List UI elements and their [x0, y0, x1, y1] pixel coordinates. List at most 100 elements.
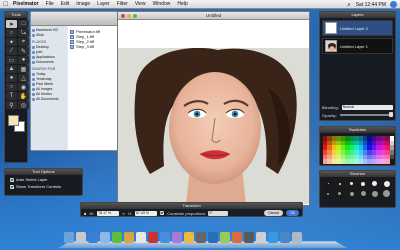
- volume-icon[interactable]: ♬: [347, 2, 352, 8]
- menu-app-name[interactable]: Pixelmator: [13, 0, 39, 9]
- brush-preset[interactable]: [346, 189, 357, 198]
- layer-row[interactable]: Untitled Layer 1: [322, 38, 393, 54]
- brush-preset[interactable]: [334, 189, 346, 198]
- sidebar-item-idisk[interactable]: iDisk: [32, 33, 66, 38]
- transform-options-icon[interactable]: ■: [84, 211, 86, 216]
- brush-preset[interactable]: [323, 189, 334, 198]
- sidebar-item-documents[interactable]: Documents: [32, 60, 66, 65]
- brush-icon[interactable]: ✎: [18, 47, 29, 55]
- brush-preset[interactable]: [381, 179, 392, 188]
- magic-wand-icon[interactable]: ✦: [6, 38, 17, 46]
- brush-preset[interactable]: [346, 179, 357, 188]
- menu-help[interactable]: Help: [177, 0, 187, 9]
- slider-knob[interactable]: [389, 112, 393, 117]
- brush-preset[interactable]: [358, 189, 369, 198]
- mail-icon[interactable]: [100, 232, 110, 243]
- menu-clock[interactable]: Sat 12:44 PM: [356, 2, 386, 8]
- color-swatch-cell[interactable]: [389, 159, 394, 164]
- address-book-icon[interactable]: [124, 232, 134, 243]
- imovie-icon[interactable]: [172, 232, 182, 243]
- itunes-icon[interactable]: [148, 232, 158, 243]
- tiff-file-icon: [70, 44, 74, 49]
- layer-name: Untitled Layer 1: [340, 43, 369, 49]
- brush-preset[interactable]: [334, 179, 346, 188]
- spotlight-icon[interactable]: [390, 1, 397, 8]
- trash-icon[interactable]: [292, 232, 302, 243]
- checkbox-checked-icon[interactable]: [10, 184, 14, 189]
- downloads-folder-icon[interactable]: [268, 232, 278, 243]
- zoom-tool-icon[interactable]: ⚲: [6, 101, 17, 109]
- ical-icon[interactable]: [136, 232, 146, 243]
- menu-window[interactable]: Window: [153, 0, 171, 9]
- opacity-slider[interactable]: [339, 112, 393, 117]
- cancel-button[interactable]: Cancel: [264, 210, 283, 216]
- bucket-icon[interactable]: ▲: [6, 65, 17, 73]
- finder-icon[interactable]: [64, 232, 74, 243]
- blur-icon[interactable]: ●: [6, 74, 17, 82]
- blending-select[interactable]: Normal: [341, 104, 393, 110]
- close-button[interactable]: [121, 14, 125, 18]
- sharpen-icon[interactable]: △: [18, 74, 29, 82]
- minimize-button[interactable]: [127, 14, 131, 18]
- dashboard-icon[interactable]: [76, 232, 86, 243]
- tool-grid: ➤ □ ○ ⤿ ✦ ⌖ ⁄ ✎ ▭ ● ▲ ▦ ● △ ○ ◉ T ✋ ⚲ ◎: [5, 18, 29, 111]
- checkbox-checked-icon[interactable]: [10, 177, 14, 182]
- burn-icon[interactable]: ◉: [18, 83, 29, 91]
- menu-filter[interactable]: Filter: [117, 0, 128, 9]
- safari-icon[interactable]: [88, 232, 98, 243]
- app-icon[interactable]: [244, 232, 254, 243]
- menu-view[interactable]: View: [135, 0, 146, 9]
- menu-edit[interactable]: Edit: [61, 0, 70, 9]
- link-icon[interactable]: ∞: [122, 211, 125, 216]
- menu-file[interactable]: File: [46, 0, 54, 9]
- window-controls: [121, 14, 137, 18]
- menu-layer[interactable]: Layer: [97, 0, 110, 9]
- eraser-icon[interactable]: ▭: [6, 56, 17, 64]
- height-input[interactable]: 87.43 %: [135, 210, 158, 216]
- auto-select-layer-option[interactable]: Auto Select Layer: [5, 175, 82, 182]
- brush-preset[interactable]: [369, 179, 381, 188]
- lasso-icon[interactable]: ⤿: [18, 29, 29, 37]
- brush-preset[interactable]: [323, 179, 334, 188]
- pixelmator-icon[interactable]: [208, 232, 218, 243]
- menu-image[interactable]: Image: [76, 0, 90, 9]
- documents-folder-icon[interactable]: [280, 232, 290, 243]
- ok-button[interactable]: OK: [285, 210, 299, 216]
- apple-menu-icon[interactable]: : [3, 0, 10, 9]
- red-eye-icon[interactable]: ◎: [18, 101, 29, 109]
- crop-icon[interactable]: ⌖: [18, 38, 29, 46]
- ellipse-select-icon[interactable]: ○: [6, 29, 17, 37]
- sidebar-item-all-documents[interactable]: All Documents: [32, 97, 66, 102]
- app-icon[interactable]: [220, 232, 230, 243]
- foreground-color-swatch[interactable]: [8, 115, 19, 126]
- layer-thumbnail: [325, 40, 337, 52]
- width-input[interactable]: 78.17 %: [97, 210, 120, 216]
- dodge-icon[interactable]: ○: [6, 83, 17, 91]
- iphoto-icon[interactable]: [160, 232, 170, 243]
- move-tool-icon[interactable]: ➤: [6, 20, 17, 28]
- constrain-checkbox[interactable]: [160, 211, 165, 215]
- image-canvas[interactable]: [118, 48, 309, 204]
- brush-preset[interactable]: [358, 179, 369, 188]
- tiff-file-icon: [70, 29, 74, 34]
- zoom-button[interactable]: [133, 14, 137, 18]
- app-icon[interactable]: [232, 232, 242, 243]
- layer-row[interactable]: Untitled Layer 2: [322, 20, 393, 36]
- gradient-icon[interactable]: ▦: [18, 65, 29, 73]
- transform-controls: ■ W: 78.17 % ∞ H: 87.43 % Constrain prop…: [81, 209, 302, 217]
- brush-preset[interactable]: [381, 189, 392, 198]
- color-palette[interactable]: [323, 136, 394, 164]
- eyedropper-icon[interactable]: ⁄: [6, 47, 17, 55]
- hand-tool-icon[interactable]: ✋: [18, 92, 29, 100]
- garageband-icon[interactable]: [184, 232, 194, 243]
- text-tool-icon[interactable]: T: [6, 92, 17, 100]
- clone-stamp-icon[interactable]: ●: [18, 56, 29, 64]
- system-preferences-icon[interactable]: [196, 232, 206, 243]
- width-label: W:: [89, 210, 95, 216]
- angle-input[interactable]: 0°: [208, 210, 229, 216]
- app-icon[interactable]: [256, 232, 266, 243]
- brush-preset[interactable]: [369, 189, 381, 198]
- rect-select-icon[interactable]: □: [18, 20, 29, 28]
- ichat-icon[interactable]: [112, 232, 122, 243]
- show-transform-controls-option[interactable]: Show Transform Controls: [5, 182, 82, 189]
